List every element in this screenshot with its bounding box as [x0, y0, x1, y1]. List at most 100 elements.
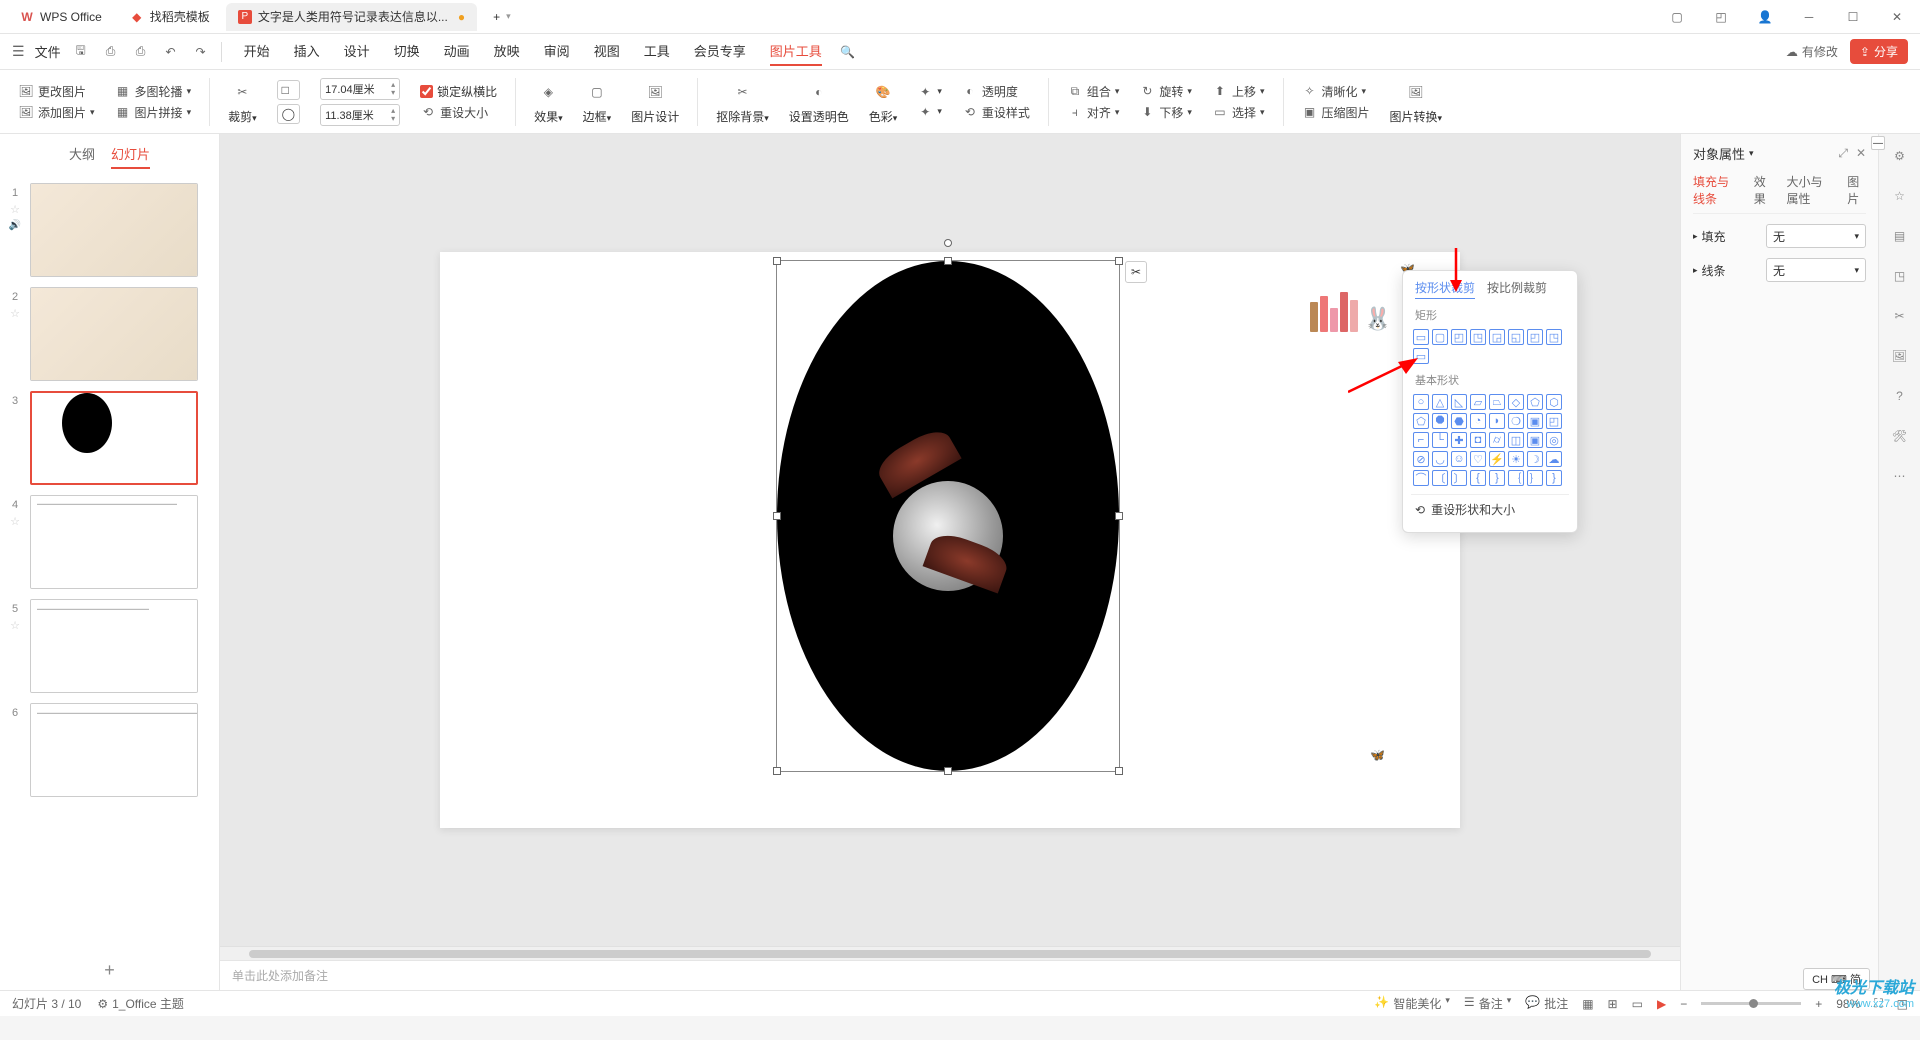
view-normal-icon[interactable]: ▦ [1582, 997, 1593, 1011]
shape-heptagon[interactable]: ⬠ [1413, 413, 1429, 429]
redo-icon[interactable]: ↷ [191, 42, 211, 62]
shape-rect-9[interactable]: ▭ [1413, 348, 1429, 364]
document-tab[interactable]: P 文字是人类用符号记录表达信息以... ● [226, 3, 477, 31]
shape-plaque[interactable]: ◘ [1470, 432, 1486, 448]
hamburger-icon[interactable]: ☰ [12, 43, 25, 60]
move-up-button[interactable]: ⬆上移▾ [1212, 83, 1265, 100]
shape-arc[interactable]: ⌒ [1413, 470, 1429, 486]
spinner-icon[interactable]: ▴▾ [391, 107, 395, 123]
shape-ellipse[interactable]: ○ [1413, 394, 1429, 410]
resize-handle[interactable] [944, 767, 952, 775]
resize-handle[interactable] [773, 512, 781, 520]
thumbnail-item[interactable]: 4☆ ▬▬▬▬▬▬▬▬▬▬▬▬▬▬▬▬▬▬▬▬▬▬▬▬▬▬▬▬▬▬▬▬▬▬▬ [8, 495, 211, 589]
sidebar-tune-icon[interactable]: ⚙ [1888, 144, 1912, 168]
collapse-sidebar-button[interactable]: — [1871, 136, 1885, 150]
move-down-button[interactable]: ⬇下移▾ [1139, 104, 1192, 121]
tab-review[interactable]: 审阅 [544, 37, 570, 66]
width-input[interactable]: 17.04厘米▴▾ [320, 78, 400, 100]
combine-button[interactable]: ⧉组合▾ [1067, 83, 1120, 100]
align-button[interactable]: ⫞对齐▾ [1067, 104, 1120, 121]
view-slideshow-icon[interactable]: ▶ [1657, 997, 1666, 1011]
resize-handle[interactable] [1115, 512, 1123, 520]
shape-diamond[interactable]: ◇ [1508, 394, 1524, 410]
sidebar-image-icon[interactable]: 🖼 [1888, 344, 1912, 368]
fill-section-label[interactable]: ▸填充 [1693, 228, 1726, 245]
pic-design-button[interactable]: 🖼图片设计 [625, 78, 685, 125]
shape-lightning[interactable]: ⚡ [1489, 451, 1505, 467]
sidebar-resource-icon[interactable]: ◳ [1888, 264, 1912, 288]
shape-donut[interactable]: ◎ [1546, 432, 1562, 448]
change-picture-button[interactable]: 🖼更改图片 [18, 83, 95, 100]
slide-canvas[interactable]: 🦋 🐰 🦋 [220, 134, 1680, 946]
slide-thumbnail-5[interactable]: ▬▬▬▬▬▬▬▬▬▬▬▬▬▬▬▬▬▬▬▬▬▬▬▬▬▬▬▬ [30, 599, 198, 693]
thumbnail-item[interactable]: 6 ▬▬▬▬▬▬▬▬▬▬▬▬▬▬▬▬▬▬▬▬▬▬▬▬▬▬▬▬▬▬▬▬▬▬▬▬▬▬… [8, 703, 211, 797]
cloud-status[interactable]: ☁ 有修改 [1786, 43, 1838, 60]
slide[interactable]: 🦋 🐰 🦋 [440, 252, 1460, 828]
compress-button[interactable]: ▣压缩图片 [1302, 104, 1370, 121]
shape-brace-end[interactable]: } [1546, 470, 1562, 486]
shape-chord[interactable]: ◗ [1489, 413, 1505, 429]
crop-tab-ratio[interactable]: 按比例裁剪 [1487, 279, 1547, 299]
shape-brace-l2[interactable]: ｛ [1508, 470, 1524, 486]
close-button[interactable]: ✕ [1882, 2, 1912, 32]
shape-smiley[interactable]: ☺ [1451, 451, 1467, 467]
crop-oval-button[interactable]: ◯ [277, 104, 300, 124]
line-select[interactable]: 无▾ [1766, 258, 1866, 282]
pic-convert-button[interactable]: 🖼图片转换▾ [1384, 78, 1449, 125]
undo-icon[interactable]: ↶ [161, 42, 181, 62]
prop-tab-fill[interactable]: 填充与线条 [1693, 173, 1740, 207]
multi-crop-button[interactable]: ▦多图轮播▾ [115, 83, 192, 100]
shape-moon[interactable]: ☽ [1527, 451, 1543, 467]
tab-slideshow[interactable]: 放映 [494, 37, 520, 66]
scrollbar-thumb[interactable] [249, 950, 1651, 958]
shape-can[interactable]: ⌭ [1489, 432, 1505, 448]
sparkle2-button[interactable]: ✦▾ [917, 104, 942, 120]
shape-heart[interactable]: ♡ [1470, 451, 1486, 467]
resize-handle[interactable] [1115, 767, 1123, 775]
tab-picture-tools[interactable]: 图片工具 [770, 37, 822, 66]
shape-hexagon[interactable]: ⬡ [1546, 394, 1562, 410]
prop-tab-effect[interactable]: 效果 [1754, 173, 1773, 207]
lock-ratio-checkbox[interactable]: 锁定纵横比 [420, 83, 497, 100]
tab-animation[interactable]: 动画 [444, 37, 470, 66]
sidebar-layers-icon[interactable]: ▤ [1888, 224, 1912, 248]
select-button[interactable]: ▭选择▾ [1212, 104, 1265, 121]
pin-icon[interactable]: ⤢ [1838, 146, 1848, 161]
shape-rt-triangle[interactable]: ◺ [1451, 394, 1467, 410]
shape-brace-r[interactable]: } [1489, 470, 1505, 486]
checkbox-input[interactable] [420, 85, 433, 98]
avatar-icon[interactable]: 👤 [1750, 2, 1780, 32]
zoom-slider[interactable] [1701, 1002, 1801, 1005]
slide-thumbnail-4[interactable]: ▬▬▬▬▬▬▬▬▬▬▬▬▬▬▬▬▬▬▬▬▬▬▬▬▬▬▬▬▬▬▬▬▬▬▬ [30, 495, 198, 589]
shape-parallelogram[interactable]: ▱ [1470, 394, 1486, 410]
color-button[interactable]: 🎨色彩▾ [863, 78, 904, 125]
crop-square-button[interactable]: □ [277, 80, 300, 100]
reset-shape-button[interactable]: ⟲ 重设形状和大小 [1411, 494, 1569, 524]
thumbnail-item[interactable]: 1☆🔊 [8, 183, 211, 277]
shape-bevel[interactable]: ▣ [1527, 432, 1543, 448]
tab-transition[interactable]: 切换 [394, 37, 420, 66]
app-tab[interactable]: W WPS Office [8, 3, 114, 31]
sidebar-tools-icon[interactable]: 🛠 [1888, 424, 1912, 448]
shape-snip-diag-rect[interactable]: ◲ [1489, 329, 1505, 345]
thumbnail-item[interactable]: 3 [8, 391, 211, 485]
shape-triangle[interactable]: △ [1432, 394, 1448, 410]
template-tab[interactable]: ◆ 找稻壳模板 [118, 3, 222, 31]
transparency-button[interactable]: ◐透明度 [962, 83, 1030, 100]
border-button[interactable]: ▢边框▾ [577, 78, 618, 125]
search-icon[interactable]: 🔍 [838, 42, 858, 62]
shape-bracket-r[interactable]: 〕 [1451, 470, 1467, 486]
tab-tools[interactable]: 工具 [644, 37, 670, 66]
shape-octagon[interactable]: ⯃ [1432, 413, 1448, 429]
zoom-slider-thumb[interactable] [1749, 999, 1758, 1008]
new-tab-button[interactable]: + ▾ [481, 3, 523, 31]
resize-handle[interactable] [944, 257, 952, 265]
slide-thumbnail-2[interactable] [30, 287, 198, 381]
shape-rounded-rect[interactable]: ▢ [1432, 329, 1448, 345]
rotate-button[interactable]: ↻旋转▾ [1139, 83, 1192, 100]
close-panel-icon[interactable]: ✕ [1856, 146, 1866, 161]
horizontal-scrollbar[interactable] [220, 946, 1680, 960]
reset-size-button[interactable]: ⟲重设大小 [420, 104, 497, 121]
shape-pentagon[interactable]: ⬠ [1527, 394, 1543, 410]
share-button[interactable]: ⇪ 分享 [1850, 39, 1908, 64]
